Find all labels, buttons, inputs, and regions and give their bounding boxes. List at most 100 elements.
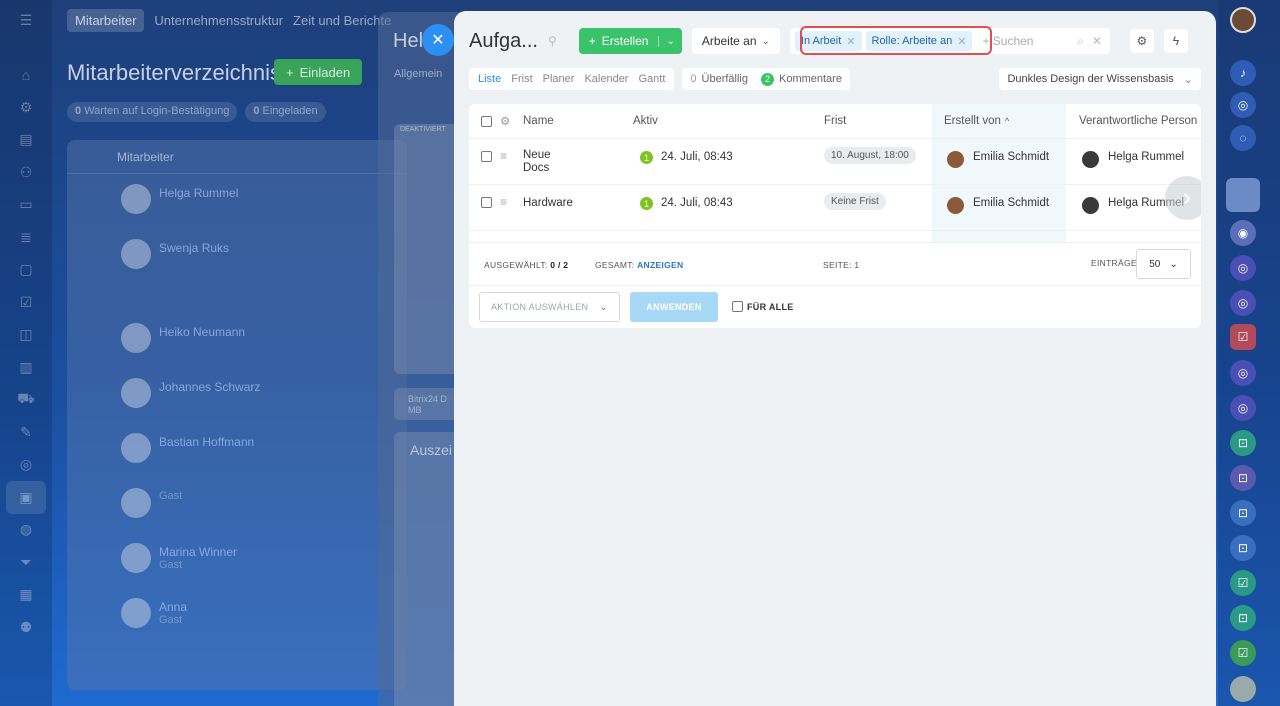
sync-icon[interactable]: ◎ bbox=[1230, 92, 1256, 118]
tab-planner[interactable]: Planer bbox=[538, 73, 580, 85]
column-created-by[interactable]: Erstellt von ^ bbox=[944, 104, 1009, 138]
select-all-checkbox[interactable] bbox=[481, 115, 492, 127]
drag-handle-icon[interactable]: ≡ bbox=[500, 139, 507, 184]
chat-icon[interactable]: ◌ bbox=[1230, 125, 1256, 151]
settings-icon[interactable]: ⚙ bbox=[0, 91, 52, 124]
edit-icon[interactable]: ✎ bbox=[0, 416, 52, 449]
counter-waiting[interactable]: 0 Warten auf Login-Bestätigung bbox=[67, 102, 238, 122]
column-name[interactable]: Name bbox=[523, 104, 554, 138]
employee-name[interactable]: Heiko Neumann bbox=[159, 323, 245, 339]
show-total-link[interactable]: ANZEIGEN bbox=[637, 260, 683, 270]
employee-name[interactable]: Helga Rummel bbox=[159, 184, 238, 200]
tab-calendar[interactable]: Kalender bbox=[579, 73, 633, 85]
globe-icon[interactable]: ◍ bbox=[0, 514, 52, 547]
chevron-down-icon[interactable]: ⌄ bbox=[658, 35, 681, 47]
apply-button[interactable]: ANWENDEN bbox=[630, 292, 718, 322]
task-icon[interactable]: ☑ bbox=[1230, 324, 1256, 350]
employee-row[interactable]: Anna Gast bbox=[67, 598, 407, 628]
counter-invited[interactable]: 0 Eingeladen bbox=[245, 102, 326, 122]
search-icon[interactable]: ⌕ bbox=[1077, 34, 1084, 49]
stack-icon[interactable]: ≣ bbox=[0, 221, 52, 254]
tab-gantt[interactable]: Gantt bbox=[633, 73, 670, 85]
role-select[interactable]: Arbeite an ⌄ bbox=[691, 28, 780, 54]
lock-icon[interactable]: ⊡ bbox=[1230, 465, 1256, 491]
theme-select[interactable]: Dunkles Design der Wissensbasis ⌄ bbox=[999, 68, 1201, 90]
chat-icon[interactable]: ▢ bbox=[0, 254, 52, 287]
file-icon[interactable]: ▭ bbox=[0, 189, 52, 222]
close-slider-button[interactable]: ✕ bbox=[422, 24, 454, 56]
check-icon[interactable]: ☑ bbox=[0, 286, 52, 319]
employee-row[interactable]: Helga Rummel bbox=[67, 184, 407, 214]
deadline-pill[interactable]: 10. August, 18:00 bbox=[824, 147, 916, 164]
action-select[interactable]: AKTION AUSWÄHLEN ⌄ bbox=[479, 292, 620, 322]
avatar[interactable] bbox=[1230, 676, 1256, 702]
users-icon[interactable]: ⚇ bbox=[0, 156, 52, 189]
column-responsible[interactable]: Verantwortliche Person bbox=[1079, 104, 1197, 138]
employee-name[interactable]: Bastian Hoffmann bbox=[159, 433, 254, 449]
employee-name[interactable]: Anna bbox=[159, 598, 187, 614]
menu-icon[interactable]: ☰ bbox=[0, 4, 52, 37]
database-icon[interactable]: ◎ bbox=[0, 449, 52, 482]
calendar-icon[interactable]: ▦ bbox=[0, 579, 52, 612]
lock-icon[interactable]: ⊡ bbox=[1230, 605, 1256, 631]
lock-icon[interactable]: ⊡ bbox=[1230, 535, 1256, 561]
group-icon[interactable]: ⚉ bbox=[0, 611, 52, 644]
task-name[interactable]: Hardware bbox=[523, 185, 573, 230]
sync-icon[interactable]: ◎ bbox=[1230, 255, 1256, 281]
invite-button[interactable]: + Einladen bbox=[274, 59, 363, 85]
task-icon[interactable]: ☑ bbox=[1230, 640, 1256, 666]
sync-icon[interactable]: ◎ bbox=[1230, 395, 1256, 421]
lock-icon[interactable]: ⊡ bbox=[1230, 430, 1256, 456]
tab-list[interactable]: Liste bbox=[473, 73, 506, 85]
filter-icon[interactable]: ⏷ bbox=[0, 546, 52, 579]
employee-row[interactable]: Heiko Neumann bbox=[67, 323, 407, 353]
avatar[interactable] bbox=[1230, 7, 1256, 33]
for-all-option[interactable]: FÜR ALLE bbox=[732, 301, 794, 312]
tasks-icon[interactable]: ◫ bbox=[0, 319, 52, 352]
created-by[interactable]: Emilia Schmidt bbox=[973, 151, 1049, 163]
cart-icon[interactable]: ⛟ bbox=[0, 384, 52, 417]
home-icon[interactable]: ⌂ bbox=[0, 59, 52, 92]
profile-tab[interactable]: Allgemein bbox=[394, 68, 442, 80]
scroll-right-button[interactable]: › bbox=[1165, 176, 1201, 220]
employee-row[interactable]: Swenja Ruks bbox=[67, 239, 407, 269]
document-icon[interactable]: ▤ bbox=[0, 124, 52, 157]
row-checkbox[interactable] bbox=[481, 197, 492, 208]
chart-icon[interactable]: ▥ bbox=[0, 351, 52, 384]
column-active[interactable]: Aktiv bbox=[633, 104, 658, 138]
nav-time-reports[interactable]: Zeit und Berichte bbox=[293, 13, 391, 28]
comments-label[interactable]: Kommentare bbox=[779, 73, 842, 85]
employee-row[interactable]: Marina Winner Gast bbox=[67, 543, 407, 573]
responsible[interactable]: Helga Rummel bbox=[1108, 151, 1184, 163]
nav-company-structure[interactable]: Unternehmensstruktur bbox=[154, 13, 283, 28]
entries-per-page-select[interactable]: 50 ⌄ bbox=[1136, 249, 1191, 279]
deadline-pill[interactable]: Keine Frist bbox=[824, 193, 886, 210]
table-row[interactable]: ≡ Neue Docs 1 24. Juli, 08:43 10. August,… bbox=[469, 139, 1201, 185]
avatar[interactable] bbox=[1226, 178, 1260, 212]
gear-icon[interactable]: ⚙ bbox=[500, 104, 510, 138]
employee-name[interactable]: Swenja Ruks bbox=[159, 239, 229, 255]
employee-name[interactable]: Johannes Schwarz bbox=[159, 378, 260, 394]
column-deadline[interactable]: Frist bbox=[824, 104, 846, 138]
automation-button[interactable]: ϟ bbox=[1163, 29, 1188, 53]
for-all-checkbox[interactable] bbox=[732, 301, 743, 312]
contacts-icon[interactable]: ▣ bbox=[6, 481, 46, 514]
pin-icon[interactable]: ⚲ bbox=[548, 34, 557, 48]
employee-row[interactable]: Bastian Hoffmann bbox=[67, 433, 407, 463]
created-by[interactable]: Emilia Schmidt bbox=[973, 197, 1049, 209]
task-icon[interactable]: ☑ bbox=[1230, 570, 1256, 596]
sync-icon[interactable]: ◎ bbox=[1230, 290, 1256, 316]
drag-handle-icon[interactable]: ≡ bbox=[500, 185, 507, 230]
bell-icon[interactable]: ♪ bbox=[1230, 60, 1256, 86]
nav-employees[interactable]: Mitarbeiter bbox=[67, 8, 145, 32]
sync-icon[interactable]: ◎ bbox=[1230, 360, 1256, 386]
lock-icon[interactable]: ⊡ bbox=[1230, 500, 1256, 526]
table-row[interactable]: ≡ Hardware 1 24. Juli, 08:43 Keine Frist … bbox=[469, 185, 1201, 231]
row-checkbox[interactable] bbox=[481, 151, 492, 162]
employee-row[interactable]: Johannes Schwarz bbox=[67, 378, 407, 408]
overdue-label[interactable]: Überfällig bbox=[702, 73, 748, 85]
clear-icon[interactable]: ✕ bbox=[1092, 34, 1102, 48]
search-input[interactable]: + Suchen bbox=[982, 34, 1077, 48]
settings-button[interactable]: ⚙ bbox=[1129, 29, 1154, 53]
chat-sd-icon[interactable]: ◉ bbox=[1230, 220, 1256, 246]
